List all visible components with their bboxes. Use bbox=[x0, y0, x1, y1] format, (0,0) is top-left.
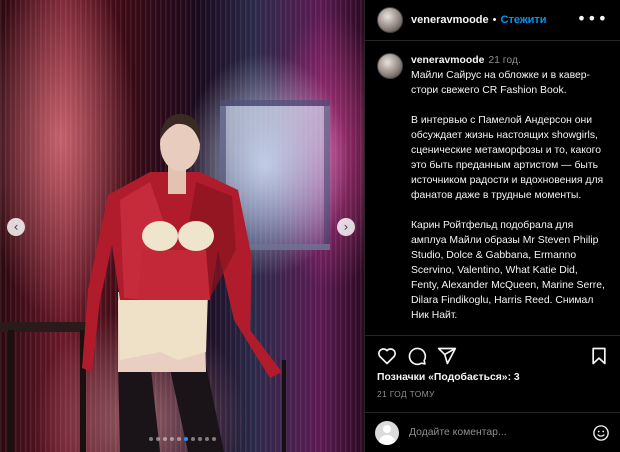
post-sidebar: veneravmoode • Стежити ••• veneravmoode 2… bbox=[364, 0, 620, 452]
carousel-next-button[interactable]: › bbox=[337, 218, 355, 236]
caption-paragraph-1: Майли Сайрус на обложке и в кавер-стори … bbox=[411, 70, 590, 96]
post-actions bbox=[365, 335, 620, 375]
carousel-dot bbox=[148, 437, 153, 441]
carousel-dot bbox=[183, 437, 188, 441]
post-header: veneravmoode • Стежити ••• bbox=[365, 0, 620, 41]
post-time-ago: 21 ГОД ТОМУ bbox=[377, 389, 435, 399]
caption-paragraph: veneravmoode 21 год. Майли Сайрус на облож… bbox=[411, 53, 608, 98]
author-username[interactable]: veneravmoode bbox=[411, 14, 489, 26]
more-options-icon[interactable]: ••• bbox=[577, 11, 608, 27]
share-icon[interactable] bbox=[437, 346, 457, 366]
heart-icon[interactable] bbox=[377, 346, 397, 366]
caption-timestamp: 21 год. bbox=[488, 55, 521, 66]
likes-count[interactable]: Позначки «Подобається»: 3 bbox=[377, 372, 520, 383]
model-figure bbox=[0, 113, 286, 452]
carousel-prev-button[interactable]: ‹ bbox=[7, 218, 25, 236]
caption-section: veneravmoode 21 год. Майли Сайрус на облож… bbox=[365, 42, 620, 335]
carousel-dot bbox=[197, 437, 202, 441]
carousel-dots bbox=[0, 437, 364, 441]
carousel-dot bbox=[204, 437, 209, 441]
caption-avatar[interactable] bbox=[377, 53, 403, 79]
carousel-dot bbox=[162, 437, 167, 441]
carousel-dot bbox=[211, 437, 216, 441]
caption-username[interactable]: veneravmoode bbox=[411, 55, 484, 66]
emoji-icon[interactable] bbox=[592, 424, 610, 442]
bookmark-icon[interactable] bbox=[589, 346, 609, 366]
comment-input[interactable] bbox=[409, 427, 592, 438]
caption-paragraph-3: Карин Ройтфельд подобрала для амплуа Май… bbox=[411, 220, 605, 321]
caption-paragraph-2: В интервью с Памелой Андерсон они обсужд… bbox=[411, 115, 604, 201]
carousel-dot bbox=[169, 437, 174, 441]
header-separator: • bbox=[492, 14, 497, 26]
comment-icon[interactable] bbox=[407, 346, 427, 366]
follow-button[interactable]: Стежити bbox=[501, 14, 547, 26]
carousel-dot bbox=[190, 437, 195, 441]
carousel-dot bbox=[155, 437, 160, 441]
author-avatar[interactable] bbox=[377, 7, 403, 33]
comment-bar bbox=[365, 412, 620, 452]
caption-text: veneravmoode 21 год. Майли Сайрус на облож… bbox=[411, 53, 608, 335]
user-avatar bbox=[375, 420, 399, 445]
post-photo[interactable]: ‹ › bbox=[0, 0, 364, 452]
carousel-dot bbox=[176, 437, 181, 441]
